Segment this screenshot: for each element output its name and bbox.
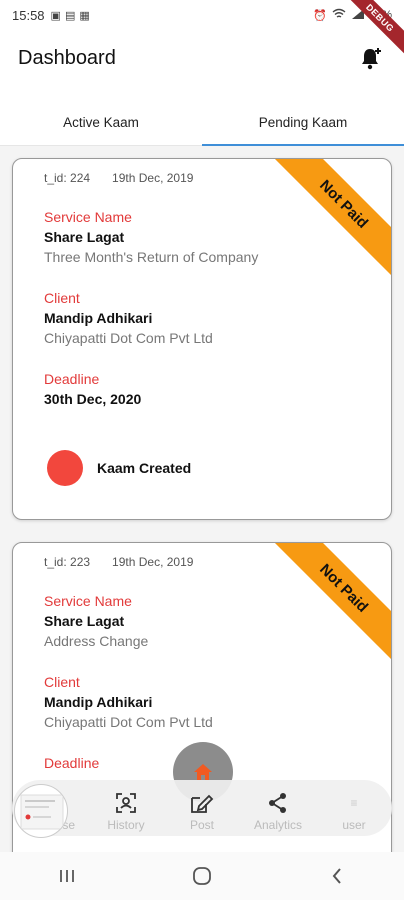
- home-circle-icon: [193, 867, 211, 885]
- deadline-label: Deadline: [44, 371, 100, 387]
- client-field: Client Mandip Adhikari Chiyapatti Dot Co…: [44, 674, 213, 730]
- menu-icon: ≡: [350, 796, 358, 810]
- tab-bar: Active Kaam Pending Kaam: [0, 100, 404, 146]
- client-value: Mandip Adhikari: [44, 694, 153, 710]
- nav-item-analytics[interactable]: Analytics: [240, 788, 316, 836]
- tab-label: Active Kaam: [63, 115, 139, 130]
- history-icon: [115, 788, 137, 818]
- task-date: 19th Dec, 2019: [112, 171, 194, 185]
- payment-status-ribbon: Not Paid: [271, 159, 391, 277]
- task-id: t_id: 223: [44, 555, 91, 569]
- task-id: t_id: 224: [44, 171, 91, 185]
- notification-add-icon: [362, 48, 381, 70]
- image-icon: ▤: [64, 9, 76, 22]
- screenshot-preview-thumbnail[interactable]: [14, 784, 68, 838]
- nav-item-history[interactable]: History: [88, 788, 164, 836]
- client-value: Mandip Adhikari: [44, 310, 153, 326]
- client-label: Client: [44, 290, 80, 306]
- status-text: Kaam Created: [97, 460, 192, 476]
- notification-box-icon: ▣: [50, 9, 61, 22]
- client-sub: Chiyapatti Dot Com Pvt Ltd: [44, 714, 213, 730]
- message-icon: ▦: [79, 9, 90, 22]
- back-icon: [332, 868, 341, 884]
- nav-item-user[interactable]: ≡ user: [316, 788, 392, 836]
- system-nav-bar: [0, 852, 404, 900]
- service-label: Service Name: [44, 209, 132, 225]
- payment-status-ribbon: Not Paid: [271, 543, 391, 661]
- deadline-value: 30th Dec, 2020: [44, 391, 142, 407]
- client-label: Client: [44, 674, 80, 690]
- card-meta: t_id: 224 19th Dec, 2019: [44, 171, 193, 185]
- home-icon: [194, 764, 212, 780]
- service-field: Service Name Share Lagat Address Change: [44, 593, 148, 649]
- nav-item-post[interactable]: Post: [164, 788, 240, 836]
- card-meta: t_id: 223 19th Dec, 2019: [44, 555, 193, 569]
- nav-label: Post: [189, 818, 214, 832]
- service-value: Share Lagat: [44, 229, 125, 245]
- back-button[interactable]: [317, 861, 357, 891]
- service-field: Service Name Share Lagat Three Month's R…: [44, 209, 258, 265]
- status-dot: [47, 450, 83, 486]
- home-button[interactable]: [182, 861, 222, 891]
- service-sub: Three Month's Return of Company: [44, 249, 259, 265]
- deadline-field: Deadline 30th Dec, 2020: [44, 371, 141, 407]
- page-title: Dashboard: [18, 46, 116, 69]
- deadline-field: Deadline: [44, 755, 99, 771]
- recent-apps-icon: [60, 870, 75, 882]
- add-notification-button[interactable]: [358, 44, 386, 72]
- recent-apps-button[interactable]: [47, 861, 87, 891]
- share-icon: [267, 788, 289, 818]
- kaam-card[interactable]: t_id: 224 19th Dec, 2019 Not Paid Servic…: [12, 158, 392, 520]
- service-sub: Address Change: [44, 633, 149, 649]
- nav-label: Analytics: [253, 818, 303, 832]
- wifi-icon: [332, 8, 346, 23]
- tab-active-kaam[interactable]: Active Kaam: [0, 100, 202, 145]
- bottom-nav: Expertise History Post: [12, 780, 392, 836]
- nav-label: History: [107, 818, 145, 832]
- deadline-label: Deadline: [44, 755, 100, 771]
- service-label: Service Name: [44, 593, 132, 609]
- client-field: Client Mandip Adhikari Chiyapatti Dot Co…: [44, 290, 213, 346]
- status-bar: 15:58 ▣ ▤ ▦ ⏰ 71%: [0, 0, 404, 30]
- service-value: Share Lagat: [44, 613, 125, 629]
- notification-icons: ▣ ▤ ▦: [51, 9, 90, 22]
- tab-label: Pending Kaam: [258, 115, 348, 130]
- app-bar: Dashboard: [0, 30, 404, 86]
- tab-pending-kaam[interactable]: Pending Kaam: [202, 100, 404, 146]
- task-date: 19th Dec, 2019: [112, 555, 194, 569]
- client-sub: Chiyapatti Dot Com Pvt Ltd: [44, 330, 213, 346]
- post-icon: [189, 788, 215, 818]
- alarm-icon: ⏰: [313, 9, 327, 22]
- status-time: 15:58: [12, 7, 45, 23]
- nav-label: user: [342, 818, 366, 832]
- kaam-status: Kaam Created: [47, 450, 191, 486]
